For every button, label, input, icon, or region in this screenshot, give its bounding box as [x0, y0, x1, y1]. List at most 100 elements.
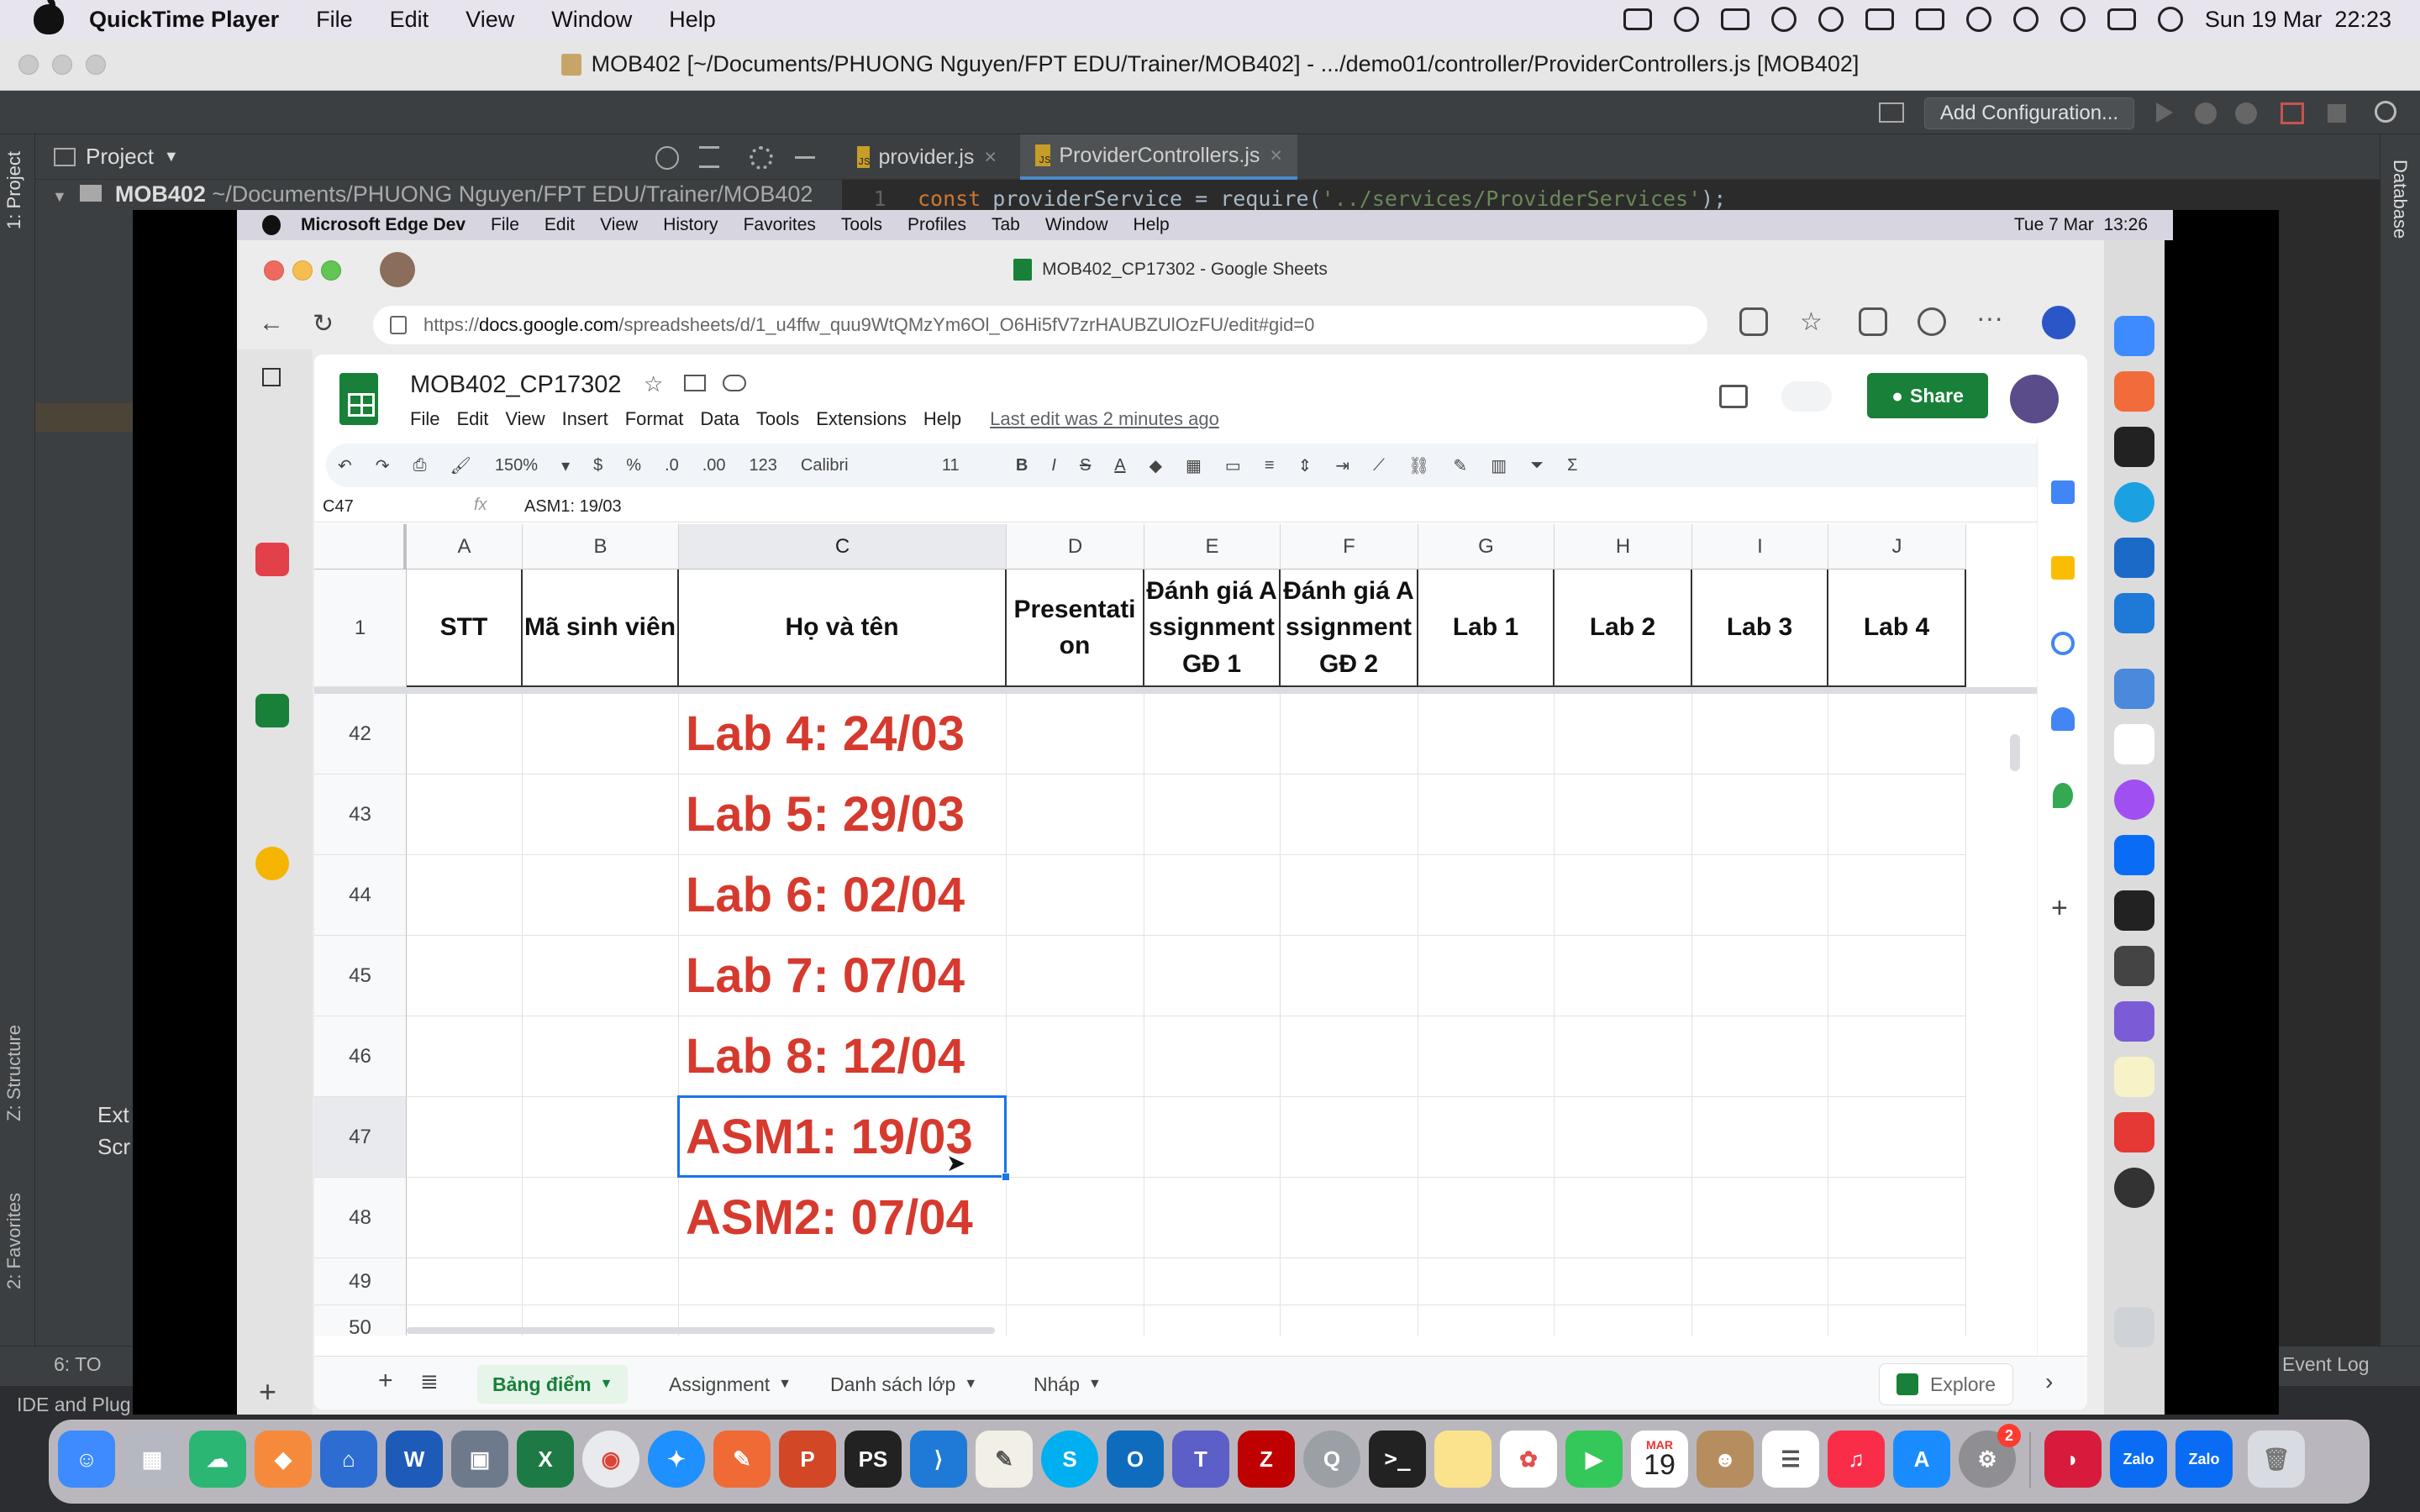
- azure-data-studio-icon[interactable]: ⌂: [320, 1431, 377, 1488]
- menubar-item-edit[interactable]: Edit: [390, 7, 429, 33]
- zalo-icon[interactable]: Zalo: [2110, 1431, 2167, 1488]
- quicktime-icon[interactable]: Q: [1303, 1431, 1360, 1488]
- safari-icon[interactable]: ✦: [648, 1431, 705, 1488]
- finder-icon[interactable]: ☺: [58, 1431, 115, 1488]
- menubar-app-name[interactable]: QuickTime Player: [89, 7, 279, 33]
- favorites-tool-tab[interactable]: 2: Favorites: [3, 1193, 25, 1289]
- layout-icon[interactable]: [1879, 102, 1904, 123]
- system-settings-icon[interactable]: ⚙ 2: [1959, 1424, 2021, 1488]
- sheets-favicon: [1013, 259, 1033, 281]
- database-tool-tab[interactable]: Database: [2389, 160, 2411, 239]
- app-store-icon[interactable]: A: [1893, 1431, 1950, 1488]
- add-configuration-button[interactable]: Add Configuration...: [1924, 97, 2134, 129]
- structure-tool-tab[interactable]: Z: Structure: [3, 1025, 25, 1121]
- user-icon[interactable]: [2012, 7, 2039, 32]
- recorded-app-name: Microsoft Edge Dev: [301, 215, 466, 234]
- calendar-icon[interactable]: MAR 19: [1631, 1431, 1688, 1488]
- siri-icon[interactable]: [2157, 7, 2183, 32]
- expand-arrow-icon[interactable]: ▼: [52, 188, 67, 205]
- input-method-icon[interactable]: [1865, 8, 1894, 30]
- window-zoom-button[interactable]: [86, 55, 106, 75]
- vscode-icon[interactable]: ⟩: [910, 1431, 967, 1488]
- cell-c-48: ASM2: 07/04: [679, 1178, 1007, 1258]
- excel-icon[interactable]: X: [517, 1431, 574, 1488]
- ide-window-title: MOB402 [~/Documents/PHUONG Nguyen/FPT ED…: [591, 51, 1860, 76]
- tree-item-scr[interactable]: Scr: [97, 1134, 130, 1160]
- locate-icon[interactable]: [655, 146, 679, 170]
- skype-icon[interactable]: S: [1041, 1431, 1098, 1488]
- project-tool-tab[interactable]: 1: Project: [3, 151, 25, 229]
- trash-icon[interactable]: 🗑: [2248, 1431, 2305, 1488]
- recorded-menu-profiles: Profiles: [907, 215, 966, 234]
- event-log-tab[interactable]: Event Log: [2282, 1353, 2370, 1376]
- sheets-menubar: File Edit View Insert Format Data Tools …: [410, 408, 1219, 430]
- search-everywhere-icon[interactable]: [2375, 101, 2396, 123]
- powerpoint-icon[interactable]: P: [779, 1431, 836, 1488]
- menubar-item-file[interactable]: File: [316, 7, 353, 33]
- collapse-all-icon[interactable]: [699, 146, 719, 168]
- cell: [407, 855, 523, 936]
- run-icon[interactable]: [2156, 102, 2173, 123]
- teams-icon[interactable]: T: [1172, 1431, 1229, 1488]
- project-tree-root[interactable]: ▼ MOB402 ~/Documents/PHUONG Nguyen/FPT E…: [52, 181, 813, 207]
- control-center-icon[interactable]: [2107, 8, 2136, 30]
- chevron-down-icon[interactable]: ▼: [164, 148, 179, 165]
- battery-icon[interactable]: [1915, 8, 1944, 30]
- project-tab-label[interactable]: Project: [86, 144, 154, 170]
- screen-record-icon[interactable]: [1623, 8, 1652, 30]
- row-header-50: 50: [314, 1305, 407, 1336]
- rerun-icon[interactable]: [2281, 102, 2304, 124]
- sheets-menu-help: Help: [923, 408, 962, 429]
- filezilla-icon[interactable]: Z: [1238, 1431, 1295, 1488]
- menubar-clock[interactable]: Sun 19 Mar 22:23: [2205, 7, 2391, 33]
- facetime-icon[interactable]: ▶: [1565, 1431, 1623, 1488]
- window-close-button[interactable]: [18, 55, 39, 75]
- todo-tool-tab[interactable]: 6: TO: [54, 1353, 102, 1376]
- zalo-secondary-icon[interactable]: Zalo: [2175, 1431, 2233, 1488]
- contacts-icon[interactable]: ☻: [1697, 1431, 1754, 1488]
- lips-app-icon[interactable]: ◗: [2044, 1431, 2102, 1488]
- headphones-icon[interactable]: [1673, 7, 1699, 32]
- pencil-app-icon[interactable]: ✎: [713, 1431, 771, 1488]
- terminal-icon[interactable]: >_: [1369, 1431, 1426, 1488]
- preview-icon[interactable]: ▣: [451, 1431, 508, 1488]
- calendar-day: 19: [1644, 1449, 1676, 1481]
- reminders-icon[interactable]: ☰: [1762, 1431, 1819, 1488]
- debug-icon[interactable]: [2195, 102, 2217, 124]
- row-header-46: 46: [314, 1016, 407, 1097]
- keyboard-icon[interactable]: [1720, 8, 1749, 30]
- cell: [523, 1178, 679, 1258]
- editor-tab-provider-controllers-js[interactable]: JS ProviderControllers.js ×: [1020, 134, 1297, 180]
- close-icon[interactable]: ×: [1270, 144, 1282, 168]
- sourcetree-icon[interactable]: ◆: [255, 1431, 312, 1488]
- menubar-item-view[interactable]: View: [466, 7, 514, 33]
- menubar-item-help[interactable]: Help: [669, 7, 716, 33]
- chrome-icon[interactable]: ◉: [582, 1431, 639, 1488]
- textedit-icon[interactable]: ✎: [976, 1431, 1033, 1488]
- launchpad-icon[interactable]: ▦: [124, 1431, 181, 1488]
- play-icon[interactable]: [1818, 7, 1844, 32]
- name-box: C47: [323, 497, 354, 516]
- wifi-icon[interactable]: [1965, 7, 1991, 32]
- outlook-icon[interactable]: O: [1107, 1431, 1164, 1488]
- notes-icon[interactable]: [1434, 1431, 1491, 1488]
- bluetooth-icon[interactable]: [1770, 7, 1797, 32]
- cloud-app-icon[interactable]: ☁: [189, 1431, 246, 1488]
- music-icon[interactable]: ♫: [1828, 1431, 1885, 1488]
- hide-panel-icon[interactable]: [795, 156, 815, 159]
- chevron-down-icon: ▼: [964, 1377, 978, 1391]
- close-icon[interactable]: ×: [984, 145, 997, 170]
- editor-tab-provider-js[interactable]: JS provider.js ×: [842, 134, 1012, 180]
- wps-office-icon: [2114, 1112, 2154, 1152]
- apple-icon[interactable]: [34, 0, 64, 34]
- menubar-item-window[interactable]: Window: [551, 7, 632, 33]
- word-icon[interactable]: W: [386, 1431, 443, 1488]
- profile-icon[interactable]: [2235, 102, 2257, 124]
- gear-icon[interactable]: [750, 146, 773, 170]
- window-minimize-button[interactable]: [52, 55, 72, 75]
- phpstorm-icon[interactable]: PS: [844, 1431, 902, 1488]
- tree-item-ext[interactable]: Ext: [97, 1102, 129, 1128]
- photos-icon[interactable]: ✿: [1500, 1431, 1557, 1488]
- stop-icon[interactable]: [2328, 104, 2346, 123]
- spotlight-search-icon[interactable]: [2060, 7, 2086, 32]
